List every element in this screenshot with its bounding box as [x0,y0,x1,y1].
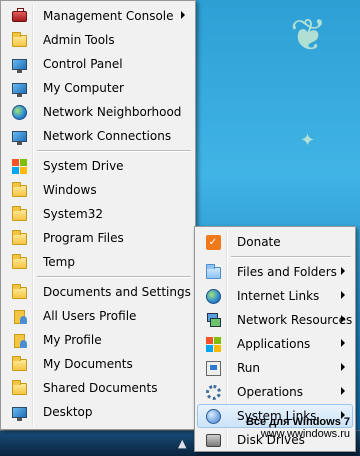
menu-item-label: All Users Profile [43,309,137,323]
menu-item-system-drive[interactable]: System Drive [3,154,193,178]
menu-item-label: Network Neighborhood [43,105,182,119]
menu-item-label: Management Console [43,9,174,23]
folder-icon [11,182,27,198]
menu-item-label: Operations [237,385,303,399]
globe-icon [205,288,221,304]
watermark-url: www.wwindows.ru [260,428,350,440]
menu-item-label: Documents and Settings [43,285,191,299]
menu-item-label: Admin Tools [43,33,115,47]
folder-icon [11,32,27,48]
network-resources-icon [205,312,221,328]
menu-item-network-neighborhood[interactable]: Network Neighborhood [3,100,193,124]
folder-icon [11,284,27,300]
menu-item-my-documents[interactable]: My Documents [3,352,193,376]
donate-icon: ✓ [205,234,221,250]
menu-item-admin-tools[interactable]: Admin Tools [3,28,193,52]
menu-item-label: Network Connections [43,129,172,143]
run-icon [205,360,221,376]
menu-item-operations[interactable]: Operations [197,380,353,404]
menu-item-management-console[interactable]: Management Console [3,4,193,28]
menu-item-label: My Profile [43,333,102,347]
network-connections-icon [11,128,27,145]
menu-item-label: Program Files [43,231,124,245]
disk-drive-icon [205,432,221,448]
operations-icon [205,384,221,400]
menu-item-my-computer[interactable]: My Computer [3,76,193,100]
menu-item-internet-links[interactable]: Internet Links [197,284,353,308]
menu-item-program-files[interactable]: Program Files [3,226,193,250]
submenu-arrow-icon [341,315,345,323]
computer-icon [11,80,27,97]
menu-item-label: Windows [43,183,97,197]
menu-item-label: Network Resources [237,313,353,327]
menu-item-label: Desktop [43,405,93,419]
menu-item-system32[interactable]: System32 [3,202,193,226]
menu-item-label: Control Panel [43,57,123,71]
submenu-arrow-icon [341,267,345,275]
windows-logo-icon [205,336,221,352]
menu-item-label: My Computer [43,81,124,95]
menu-item-label: Applications [237,337,311,351]
system-links-icon [205,408,221,424]
menu-item-network-connections[interactable]: Network Connections [3,124,193,148]
folder-icon [11,206,27,222]
users-profile-icon [11,308,27,324]
menu-item-label: Files and Folders [237,265,337,279]
menu-item-label: System Drive [43,159,124,173]
menu-item-files-and-folders[interactable]: Files and Folders [197,260,353,284]
system-drive-icon [11,158,27,174]
control-panel-icon [11,56,27,73]
submenu-arrow-icon [341,363,345,371]
menu-item-shared-documents[interactable]: Shared Documents [3,376,193,400]
desktop-icon [11,404,27,421]
menu-item-label: Shared Documents [43,381,158,395]
folder-icon [11,356,27,372]
folder-icon [11,230,27,246]
menu-item-network-resources[interactable]: Network Resources [197,308,353,332]
menu-item-donate[interactable]: ✓ Donate [197,230,353,254]
menu-item-temp[interactable]: Temp [3,250,193,274]
watermark: Все для Windows 7 www.wwindows.ru [246,416,350,440]
menu-item-my-profile[interactable]: My Profile [3,328,193,352]
watermark-title: Все для Windows 7 [245,416,350,428]
menu-item-windows[interactable]: Windows [3,178,193,202]
menu-item-label: System32 [43,207,104,221]
folder-icon [11,254,27,270]
submenu-arrow-icon [341,339,345,347]
menu-item-label: Temp [43,255,75,269]
bird-decoration: ✦ [300,130,316,151]
submenu-arrow-icon [341,387,345,395]
submenu-arrow-icon [341,291,345,299]
menu-item-label: My Documents [43,357,133,371]
menu-item-applications[interactable]: Applications [197,332,353,356]
folder-icon [11,380,27,396]
menu-item-documents-and-settings[interactable]: Documents and Settings [3,280,193,304]
submenu-arrow-icon [181,11,185,19]
profile-icon [11,332,27,348]
toolbox-icon [11,7,27,24]
network-neighborhood-icon [11,104,27,120]
menu-item-control-panel[interactable]: Control Panel [3,52,193,76]
tray-icon[interactable]: ▲ [178,437,186,450]
menu-item-all-users-profile[interactable]: All Users Profile [3,304,193,328]
files-folders-icon [205,264,221,280]
menu-item-label: Internet Links [237,289,320,303]
main-context-menu: Management Console Admin Tools Control P… [0,0,196,430]
bird-decoration: ❦ [290,10,327,61]
menu-item-run[interactable]: Run [197,356,353,380]
menu-item-label: Run [237,361,261,375]
menu-item-label: Donate [237,235,281,249]
menu-item-desktop[interactable]: Desktop [3,400,193,424]
